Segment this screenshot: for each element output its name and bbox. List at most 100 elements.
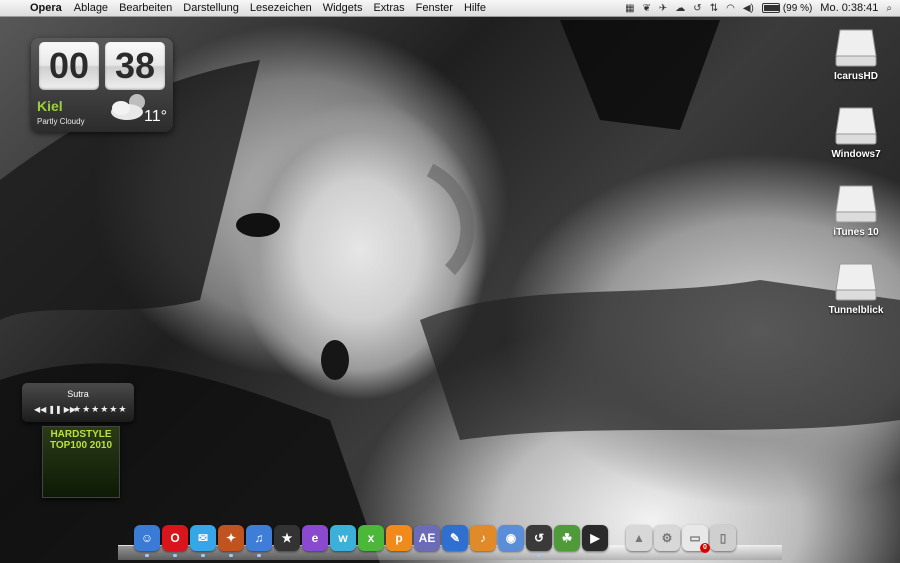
mail-stack-glyph: ▭ — [689, 531, 701, 545]
quicktime-glyph: ▶ — [590, 531, 600, 545]
dock-photo-app-icon[interactable]: ✦ — [218, 525, 244, 557]
dock-quicktime-icon[interactable]: ▶ — [582, 525, 608, 551]
app-x-glyph: x — [367, 531, 375, 545]
battery-icon — [761, 3, 780, 13]
app-e-glyph: e — [311, 531, 319, 545]
track-title: Sutra — [67, 389, 89, 399]
clock-hours: 00 — [39, 42, 99, 90]
dock-separator — [610, 525, 624, 555]
menu-extras[interactable]: Extras — [373, 2, 404, 14]
volume-icon[interactable]: ◀) — [743, 3, 754, 14]
system-prefs-glyph: ⚙ — [661, 531, 673, 545]
photo-app-glyph: ✦ — [225, 531, 237, 545]
dock-opera-icon[interactable]: O — [162, 525, 188, 557]
battery-level-fill — [763, 5, 780, 11]
running-indicator — [201, 554, 205, 557]
menu-ablage[interactable]: Ablage — [74, 2, 108, 14]
menubar-clock[interactable]: Mo. 0:38:41 — [820, 2, 878, 14]
opera-glyph: O — [170, 531, 180, 545]
app-w-glyph: w — [338, 531, 348, 545]
album-artwork: HARDSTYLE TOP100 2010 — [42, 426, 120, 498]
hard-drive-icon — [835, 107, 877, 145]
playback-controls: ◀◀ ❚❚ ▶▶ — [34, 405, 76, 414]
dock-badge: 0 — [700, 543, 710, 553]
desktop-drive-icarushd[interactable]: IcarusHD — [816, 26, 896, 82]
desktop-drive-tunnelblick[interactable]: Tunnelblick — [816, 260, 896, 316]
dock-movie-app-icon[interactable]: ★ — [274, 525, 300, 551]
itunes-glyph: ♫ — [254, 531, 264, 545]
dock-app-w-icon[interactable]: w — [330, 525, 356, 551]
dock-trash-icon[interactable]: ▯ — [710, 525, 736, 551]
running-indicator — [229, 554, 233, 557]
pen-app-glyph: ✎ — [449, 531, 461, 545]
menu-bearbeiten[interactable]: Bearbeiten — [119, 2, 172, 14]
preview-app-glyph: ◉ — [505, 531, 517, 545]
dock-app-p-icon[interactable]: p — [386, 525, 412, 551]
cloud-icon[interactable]: ☁ — [675, 3, 685, 14]
menu-hilfe[interactable]: Hilfe — [464, 2, 486, 14]
drive-label: IcarusHD — [834, 71, 878, 82]
desktop-drive-itunes10[interactable]: iTunes 10 — [816, 182, 896, 238]
app-p-glyph: p — [395, 531, 403, 545]
butterfly-icon[interactable]: ❦ — [643, 3, 651, 14]
dock-time-machine-icon[interactable]: ↺ — [526, 525, 552, 557]
pause-button[interactable]: ❚❚ — [48, 405, 61, 414]
running-indicator — [145, 554, 149, 557]
drive-label: Windows7 — [831, 149, 881, 160]
clock-weather-widget[interactable]: 00 38 Kiel Partly Cloudy 11° — [31, 38, 173, 132]
running-indicator — [173, 554, 177, 557]
battery-indicator[interactable]: (99 %) — [761, 2, 813, 14]
clock-minutes: 38 — [105, 42, 165, 90]
desktop-drive-windows7[interactable]: Windows7 — [816, 104, 896, 160]
applications-stack-glyph: ▲ — [633, 531, 645, 545]
disk-image-icon — [835, 185, 877, 223]
dock-after-effects-icon[interactable]: AE — [414, 525, 440, 551]
weather-temperature: 11° — [143, 108, 167, 125]
dock-game-app-icon[interactable]: ☘ — [554, 525, 580, 551]
dock-mail-stack-icon[interactable]: ▭ 0 — [682, 525, 710, 553]
time-machine-icon[interactable]: ↺ — [693, 3, 701, 14]
hard-drive-icon — [835, 29, 877, 67]
movie-app-glyph: ★ — [281, 531, 293, 545]
dock: ☺ O ✉ ✦ ♫ ★ e w x p AE ✎ ♪ ◉ ↺ ☘ ▶ ▲ ⚙ ▭ 0 ▯ — [134, 525, 736, 557]
wifi-icon[interactable]: ◠ — [726, 3, 735, 14]
dock-itunes-icon[interactable]: ♫ — [246, 525, 272, 557]
drive-label: Tunnelblick — [828, 305, 884, 316]
disk-image-icon — [835, 263, 877, 301]
dock-app-x-icon[interactable]: x — [358, 525, 384, 551]
audio-app-glyph: ♪ — [480, 531, 486, 545]
dock-preview-app-icon[interactable]: ◉ — [498, 525, 524, 551]
transfer-icon[interactable]: ⇅ — [710, 3, 718, 14]
app-menu[interactable]: Opera — [30, 2, 62, 14]
messages-glyph: ✉ — [197, 531, 209, 545]
twitter-bird-icon[interactable]: ✈ — [659, 3, 667, 14]
drive-label: iTunes 10 — [833, 227, 879, 238]
trash-glyph: ▯ — [719, 531, 727, 545]
after-effects-glyph: AE — [418, 531, 436, 545]
running-indicator — [537, 554, 541, 557]
menu-extras-area: ▦ ❦ ✈ ☁ ↺ ⇅ ◠ ◀) (99 %) Mo. 0:38:41 ⌕ — [625, 0, 892, 16]
music-player-widget: Sutra ◀◀ ❚❚ ▶▶ ★★★★★★ — [22, 383, 134, 422]
dock-system-prefs-icon[interactable]: ⚙ — [654, 525, 680, 551]
spotlight-search-icon[interactable]: ⌕ — [886, 3, 892, 14]
time-machine-glyph: ↺ — [533, 531, 545, 545]
running-indicator — [257, 554, 261, 557]
dock-app-e-icon[interactable]: e — [302, 525, 328, 551]
previous-track-button[interactable]: ◀◀ — [34, 405, 46, 414]
dock-finder-icon[interactable]: ☺ — [134, 525, 160, 557]
track-rating[interactable]: ★★★★★★ — [73, 404, 127, 415]
dock-audio-app-icon[interactable]: ♪ — [470, 525, 496, 551]
menu-fenster[interactable]: Fenster — [416, 2, 453, 14]
weather-city: Kiel — [37, 98, 63, 114]
battery-percent: (99 %) — [782, 2, 813, 14]
menu-darstellung[interactable]: Darstellung — [183, 2, 239, 14]
grid-icon[interactable]: ▦ — [625, 3, 634, 14]
album-title: HARDSTYLE TOP100 2010 — [49, 429, 113, 451]
dock-pen-app-icon[interactable]: ✎ — [442, 525, 468, 551]
game-app-glyph: ☘ — [561, 531, 573, 545]
menu-bar: Opera Ablage Bearbeiten Darstellung Lese… — [0, 0, 900, 17]
dock-applications-stack-icon[interactable]: ▲ — [626, 525, 652, 551]
menu-widgets[interactable]: Widgets — [323, 2, 363, 14]
dock-messages-icon[interactable]: ✉ — [190, 525, 216, 557]
menu-lesezeichen[interactable]: Lesezeichen — [250, 2, 312, 14]
